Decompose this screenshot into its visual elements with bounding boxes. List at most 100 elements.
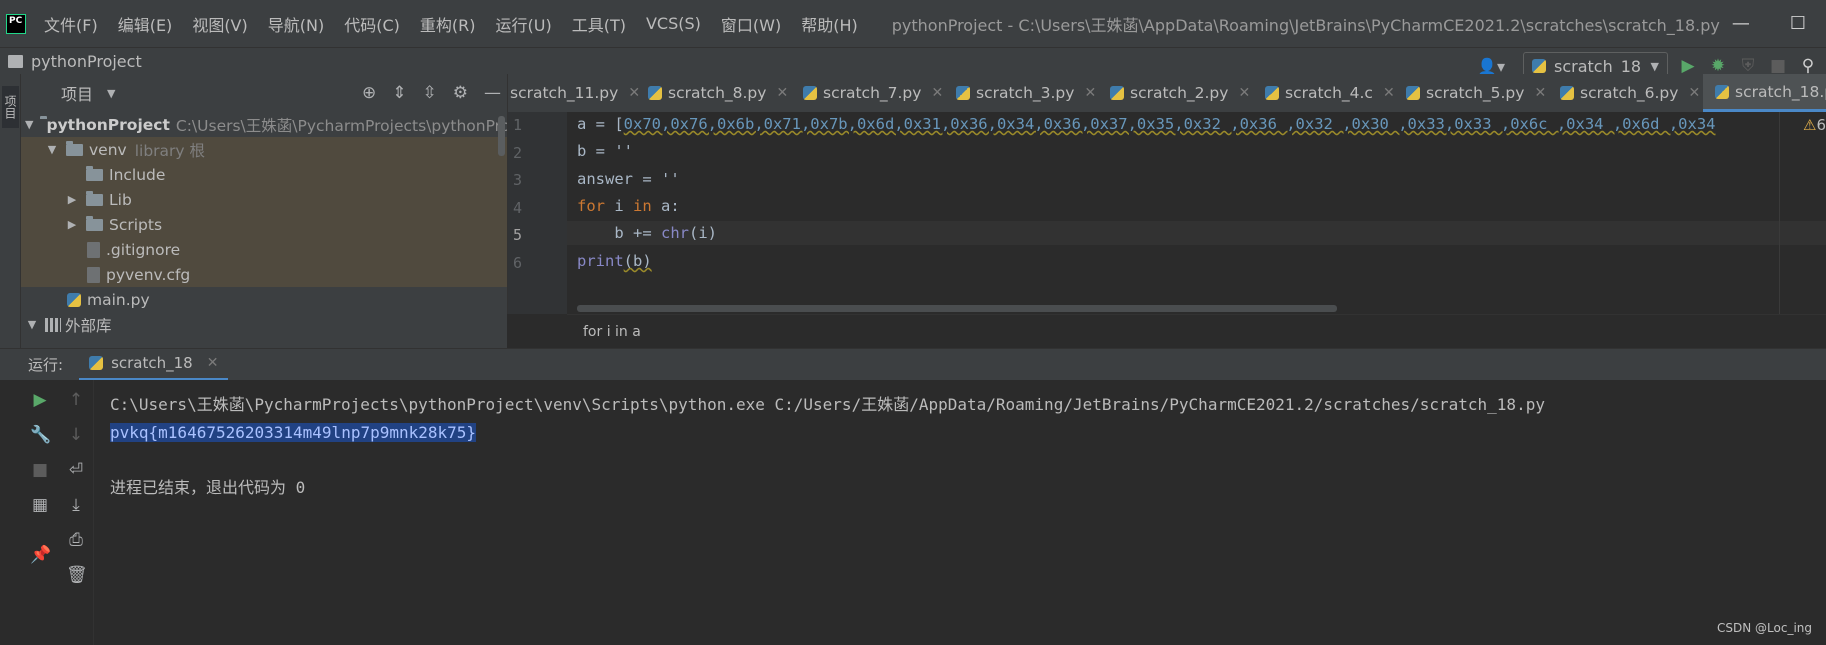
close-icon[interactable]: ✕ [628,85,640,101]
tree-item-main-py[interactable]: main.py [21,287,507,312]
close-icon[interactable]: ✕ [1383,85,1395,101]
tree-item-external-libraries[interactable]: ▼ 外部库 [21,312,507,337]
chevron-right-icon[interactable]: ▶ [65,193,79,206]
search-icon[interactable]: ⚲ [1798,56,1818,76]
maximize-icon[interactable]: ☐ [1790,13,1806,34]
locate-icon[interactable]: ⊕ [362,83,376,103]
gear-icon[interactable]: ⚙ [453,83,468,103]
tree-item-lib[interactable]: ▶ Lib [21,187,507,212]
tree-item-label: pythonProject [46,115,170,134]
warning-count: 6 [1816,116,1826,134]
menu-edit[interactable]: 编辑(E) [118,12,173,36]
code-token: (i) [689,224,717,242]
menu-refactor[interactable]: 重构(R) [420,12,476,36]
tree-item-pyvenv[interactable]: pyvenv.cfg [21,262,507,287]
menu-vcs[interactable]: VCS(S) [646,14,701,33]
wrench-icon[interactable]: 🔧 [30,425,51,445]
run-icon[interactable]: ▶ [1678,56,1698,76]
tab-scratch-2[interactable]: scratch_2.py ✕ [1110,74,1250,112]
soft-wrap-icon[interactable]: ⏎ [66,460,86,480]
console-exit-line: 进程已结束，退出代码为 0 [110,478,306,497]
close-icon[interactable]: ✕ [207,355,219,371]
minimize-icon[interactable]: — [1732,13,1750,34]
trash-icon[interactable]: 🗑 [66,565,88,585]
tab-scratch-7[interactable]: scratch_7.py ✕ [803,74,943,112]
down-arrow-icon[interactable]: ↓ [66,425,86,445]
tree-item-include[interactable]: Include [21,162,507,187]
menu-file[interactable]: 文件(F) [44,12,98,36]
line-number: 6 [513,254,523,272]
menu-tools[interactable]: 工具(T) [572,12,626,36]
line-number: 5 [513,226,523,244]
tab-scratch-6[interactable]: scratch_6.py ✕ [1560,74,1700,112]
tab-scratch-4-c[interactable]: scratch_4.c ✕ [1265,74,1395,112]
collapse-all-icon[interactable]: ⇳ [423,83,437,103]
close-icon[interactable]: ✕ [776,85,788,101]
tab-scratch-11[interactable]: scratch_11.py ✕ [510,74,640,112]
menu-help[interactable]: 帮助(H) [801,12,858,36]
tree-scrollbar[interactable] [498,116,505,156]
file-icon [87,241,100,258]
tree-item-gitignore[interactable]: .gitignore [21,237,507,262]
close-icon[interactable]: ✕ [1084,85,1096,101]
pin-icon[interactable]: 📌 [30,545,51,565]
breadcrumb-item[interactable]: for i in a [583,324,641,340]
close-icon[interactable]: ✕ [931,85,943,101]
selected-output-text[interactable]: pvkq{m16467526203314m49lnp7p9mnk28k75} [110,423,477,442]
tab-scratch-18[interactable]: scratch_18.p [1703,74,1826,112]
console-command-line: C:\Users\王姝菡\PycharmProjects\pythonProje… [110,395,1545,414]
horizontal-scrollbar[interactable] [577,305,1337,312]
tab-scratch-8[interactable]: scratch_8.py ✕ [648,74,788,112]
project-panel-title[interactable]: 项目 [61,81,93,105]
hide-icon[interactable]: — [484,83,501,103]
code-line-5: b += chr(i) [577,221,717,245]
menu-run[interactable]: 运行(U) [496,12,552,36]
run-side-toolbar: ▶ ↑ 🔧 ↓ ■ ⏎ ▦ ⤓ ⎙ 📌 🗑 [0,380,94,645]
tree-item-label: Lib [109,190,132,209]
code-editor[interactable]: a = [0x70,0x76,0x6b,0x71,0x7b,0x6d,0x31,… [567,112,1826,314]
run-tab-label: scratch_18 [111,354,193,372]
rerun-icon[interactable]: ▶ [30,390,50,410]
layout-icon[interactable]: ▦ [30,495,50,515]
code-keyword: for [577,197,605,215]
print-icon[interactable]: ⎙ [66,530,86,550]
inspection-widget[interactable]: ⚠6 [1803,116,1826,134]
chevron-right-icon[interactable]: ▶ [65,218,79,231]
project-tool-tab[interactable]: 项目 [2,86,19,128]
close-icon[interactable]: ✕ [1238,85,1250,101]
stop-icon[interactable]: ■ [30,460,50,480]
project-panel-actions: ⊕ ⇕ ⇳ ⚙ — [362,83,501,103]
right-margin-guide [1779,112,1780,314]
stop-icon[interactable]: ■ [1768,56,1788,76]
chevron-down-icon[interactable]: ▼ [45,143,59,156]
chevron-down-icon[interactable]: ▼ [25,318,39,331]
breadcrumb-project[interactable]: pythonProject [31,52,142,71]
menu-view[interactable]: 视图(V) [192,12,247,36]
close-icon[interactable]: ✕ [1688,85,1700,101]
run-tab[interactable]: scratch_18 ✕ [79,348,229,381]
code-token: a: [651,197,680,215]
menu-code[interactable]: 代码(C) [344,12,400,36]
menu-navigate[interactable]: 导航(N) [268,12,324,36]
tab-scratch-3[interactable]: scratch_3.py ✕ [956,74,1096,112]
tree-item-scripts[interactable]: ▶ Scripts [21,212,507,237]
close-icon[interactable]: ✕ [1534,85,1546,101]
code-token: a = [ [577,115,624,133]
up-arrow-icon[interactable]: ↑ [66,390,86,410]
file-icon [87,266,100,283]
debug-icon[interactable]: ✹ [1708,56,1728,76]
run-console[interactable]: C:\Users\王姝菡\PycharmProjects\pythonProje… [94,380,1826,645]
chevron-down-icon[interactable]: ▼ [25,118,33,131]
tree-item-venv[interactable]: ▼ venv library 根 [21,137,507,162]
coverage-icon[interactable]: ⛨ [1738,56,1758,76]
menu-window[interactable]: 窗口(W) [721,12,781,36]
tab-label: scratch_3.py [976,84,1075,102]
code-keyword: in [633,197,652,215]
tree-item-project-root[interactable]: ▼ pythonProject C:\Users\王姝菡\PycharmProj… [21,112,507,137]
scroll-to-end-icon[interactable]: ⤓ [66,495,86,515]
tab-label: scratch_7.py [823,84,922,102]
expand-all-icon[interactable]: ⇕ [392,83,406,103]
chevron-down-icon[interactable]: ▼ [107,87,115,100]
user-account-icon[interactable]: 👤▾ [1477,57,1505,76]
tab-scratch-5[interactable]: scratch_5.py ✕ [1406,74,1546,112]
